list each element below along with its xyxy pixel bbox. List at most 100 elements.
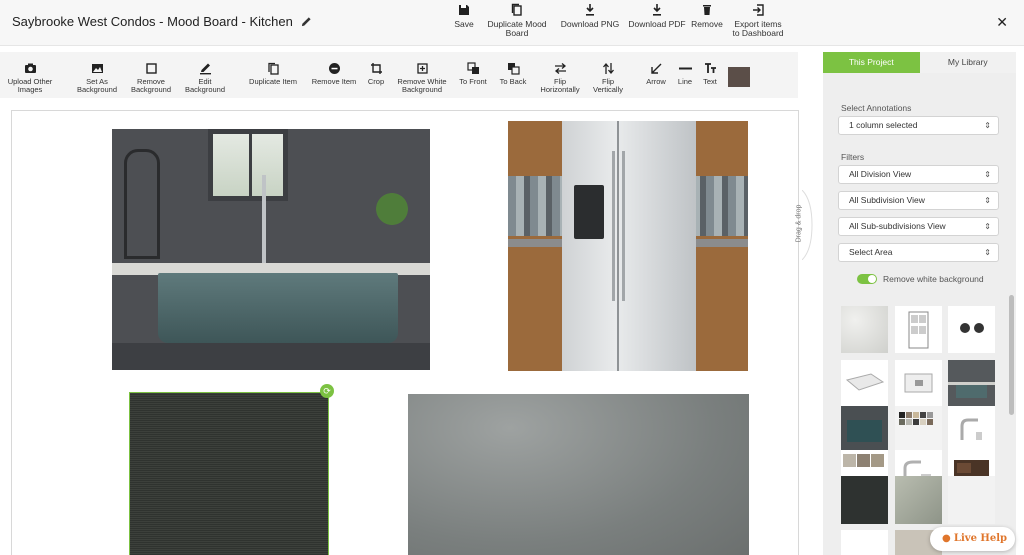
thumbnail-item[interactable]: [841, 530, 888, 555]
flip-vertical-label: Flip Vertically: [592, 77, 623, 94]
concrete-texture-image[interactable]: [408, 394, 749, 555]
set-background-button[interactable]: Set As Background: [72, 52, 122, 94]
arrow-tool-label: Arrow: [646, 77, 666, 86]
area-filter-select[interactable]: Select Area: [838, 243, 999, 262]
faucet-thumb-shape: [960, 418, 982, 440]
panel-tabs: This Project My Library: [823, 52, 1016, 73]
to-back-button[interactable]: To Back: [496, 52, 530, 86]
swatches-thumb-shape: [899, 412, 933, 425]
mood-board-canvas[interactable]: ⟳: [11, 110, 799, 555]
cabinet-shape: [112, 343, 430, 370]
copy-icon: [267, 62, 279, 75]
fabric-swatch-image[interactable]: [129, 392, 329, 555]
thumbnail-item[interactable]: [895, 306, 942, 353]
download-png-button[interactable]: Download PNG: [554, 0, 626, 38]
remove-item-button[interactable]: Remove Item: [308, 52, 360, 86]
board-title: Saybrooke West Condos - Mood Board - Kit…: [12, 14, 293, 29]
upload-images-button[interactable]: Upload Other Images: [2, 52, 58, 94]
fridge-body-shape: [562, 121, 696, 371]
library-panel: This Project My Library Select Annotatio…: [823, 52, 1016, 555]
edit-background-label: Edit Background: [184, 77, 226, 94]
download-png-label: Download PNG: [560, 19, 620, 29]
download-icon: [586, 4, 594, 16]
faucet-shape: [262, 175, 266, 275]
save-button[interactable]: Save: [448, 0, 480, 38]
remove-board-button[interactable]: Remove: [688, 0, 726, 38]
filters-label: Filters: [841, 152, 865, 162]
door-gap-shape: [617, 121, 619, 371]
text-tool-button[interactable]: Text: [698, 52, 722, 86]
pencil-icon: [199, 63, 211, 75]
export-dashboard-button[interactable]: Export items to Dashboard: [726, 0, 790, 38]
arrow-tool-button[interactable]: Arrow: [642, 52, 670, 86]
remove-board-label: Remove: [691, 19, 723, 29]
thumbnail-item[interactable]: [841, 306, 888, 353]
thumbnail-item[interactable]: [948, 306, 995, 353]
sink-thumb-shape: [948, 382, 995, 398]
crop-button[interactable]: Crop: [364, 52, 388, 86]
tab-this-project[interactable]: This Project: [823, 52, 920, 73]
remove-white-background-label: Remove White Background: [397, 77, 447, 94]
sink-thumb-shape: [847, 420, 882, 442]
remove-white-toggle[interactable]: [857, 274, 877, 284]
remove-white-background-button[interactable]: Remove White Background: [394, 52, 450, 94]
download-pdf-button[interactable]: Download PDF: [626, 0, 688, 38]
flip-vertical-button[interactable]: Flip Vertically: [586, 52, 630, 94]
refrigerator-image[interactable]: [508, 121, 748, 371]
flip-vertical-icon: [602, 62, 614, 75]
download-pdf-label: Download PDF: [628, 19, 686, 29]
pencil-icon[interactable]: [301, 16, 312, 27]
line-tool-label: Line: [677, 77, 693, 86]
text-icon: [704, 63, 716, 73]
remove-background-button[interactable]: Remove Background: [126, 52, 176, 94]
thumbnail-item[interactable]: [895, 360, 942, 407]
thumbnail-item[interactable]: [841, 476, 888, 524]
close-button[interactable]: ✕: [996, 14, 1008, 31]
sink-image[interactable]: [112, 129, 430, 370]
edit-background-button[interactable]: Edit Background: [180, 52, 230, 94]
tab-my-library[interactable]: My Library: [919, 52, 1016, 73]
handle-shape: [612, 151, 615, 301]
thumbnail-item[interactable]: [841, 360, 888, 407]
line-tool-button[interactable]: Line: [672, 52, 698, 86]
copy-icon: [511, 3, 522, 16]
sub-subdivision-filter-select[interactable]: All Sub-subdivisions View: [838, 217, 999, 236]
subdivision-filter-select[interactable]: All Subdivision View: [838, 191, 999, 210]
flip-horizontal-button[interactable]: Flip Horizontally: [536, 52, 584, 94]
square-icon: [145, 63, 157, 74]
duplicate-item-button[interactable]: Duplicate Item: [244, 52, 302, 86]
flip-horizontal-icon: [554, 63, 566, 74]
division-filter-select[interactable]: All Division View: [838, 165, 999, 184]
remove-white-toggle-label: Remove white background: [883, 274, 984, 284]
export-dashboard-label: Export items to Dashboard: [732, 19, 784, 38]
save-icon: [459, 5, 469, 15]
cabinet-thumb-shape: [908, 311, 929, 349]
top-actions: Save Duplicate Mood Board Download PNG D…: [448, 0, 790, 38]
to-front-label: To Front: [459, 77, 487, 86]
duplicate-board-button[interactable]: Duplicate Mood Board: [480, 0, 554, 38]
annotations-select[interactable]: 1 column selected: [838, 116, 999, 135]
minus-circle-icon: [328, 63, 340, 74]
live-help-button[interactable]: ● Live Help: [930, 527, 1015, 551]
line-icon: [678, 67, 692, 70]
thumbnail-item[interactable]: [841, 406, 888, 453]
thumbnail-item[interactable]: [948, 406, 995, 453]
to-front-button[interactable]: To Front: [456, 52, 490, 86]
thumbnail-item[interactable]: [895, 476, 942, 524]
handle-shape: [622, 151, 625, 301]
window-shape: [208, 129, 288, 201]
drag-drop-handle[interactable]: Drag & drop: [795, 189, 820, 261]
to-front-icon: [466, 62, 479, 74]
thumbnail-item[interactable]: [948, 476, 995, 524]
panel-scrollbar[interactable]: [1009, 295, 1014, 415]
camera-icon: [24, 63, 36, 73]
live-help-label: Live Help: [953, 533, 1008, 544]
text-tool-label: Text: [703, 77, 717, 86]
drag-tab-shape: [801, 189, 813, 261]
crop-icon: [370, 63, 382, 74]
rotate-handle-icon[interactable]: ⟳: [320, 384, 334, 398]
thumbnail-item[interactable]: [948, 360, 995, 407]
color-swatch[interactable]: [728, 67, 750, 87]
export-icon: [753, 4, 764, 16]
thumbnail-item[interactable]: [895, 406, 942, 453]
